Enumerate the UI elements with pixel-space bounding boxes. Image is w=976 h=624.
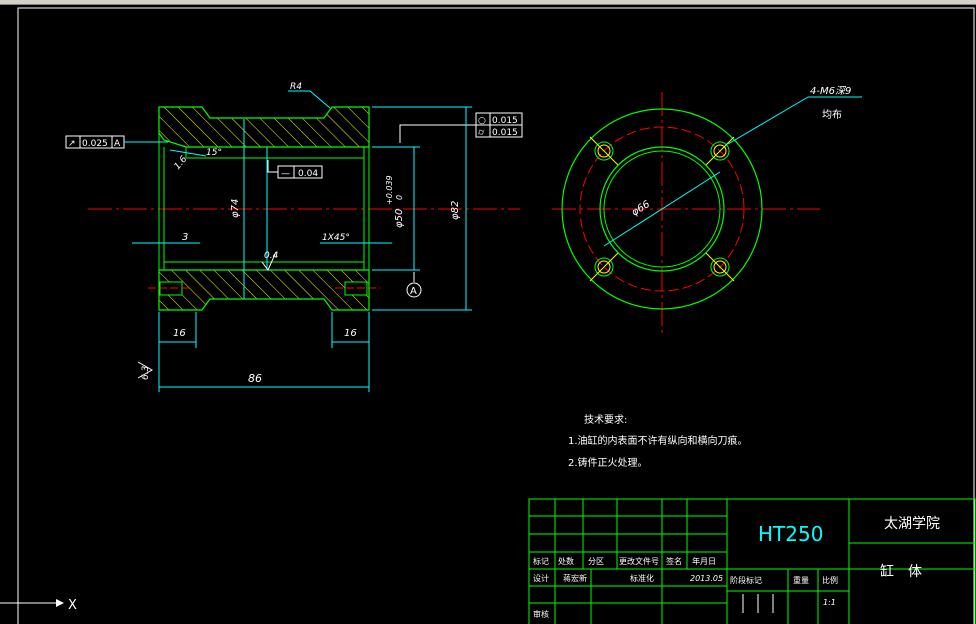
dim-inner-label: φ50 [394, 209, 405, 228]
ucs-icon: X [0, 598, 77, 613]
roughness-overall-label: 6.3 [141, 365, 151, 380]
header-change-doc: 更改文件号 [619, 556, 659, 566]
angle-label: 15° [206, 148, 222, 158]
hole-callout-label: 4-M6深9 [810, 85, 851, 97]
dim-step-label: 3 [182, 232, 188, 243]
weight-label: 重量 [793, 575, 809, 585]
bottom-wall-section [158, 269, 370, 311]
dim-left-groove: 16 [173, 328, 186, 339]
header-mark: 标记 [533, 556, 549, 566]
dim-inner-tol-lower: 0 [395, 195, 404, 200]
scale-label: 比例 [822, 575, 838, 585]
title-block: 标记 处数 分区 更改文件号 签名 年月日 设计 蒋宏新 标准化 2013.05… [528, 498, 976, 624]
roundness-cylindricity-frame: ○ 0.015 ⌭ 0.015 [399, 112, 523, 143]
ucs-x-label: X [68, 598, 77, 613]
header-sign: 签名 [666, 556, 682, 566]
chamfer-label: 1X45° [322, 233, 350, 243]
review-label: 审核 [533, 609, 549, 619]
designer-name: 蒋宏新 [563, 573, 587, 583]
top-wall-section [158, 106, 370, 148]
svg-text:0.025: 0.025 [82, 139, 108, 149]
front-view: R4 ↗ 0.025 A ○ 0.015 ⌭ 0.015 — 0.04 15° … [65, 82, 523, 392]
svg-text:—: — [281, 169, 290, 179]
header-zone: 分区 [588, 557, 604, 566]
header-date: 年月日 [692, 556, 716, 566]
part-name: 缸 体 [880, 563, 922, 580]
drawing-border [17, 7, 975, 624]
dim-right-groove: 16 [344, 328, 357, 339]
svg-text:A: A [114, 139, 121, 149]
hole-distribution-label: 均布 [822, 109, 842, 121]
notes-title: 技术要求: [584, 413, 627, 426]
dim-pcd-label: φ66 [630, 199, 652, 219]
datum-a-label: A [410, 286, 417, 297]
svg-text:⌭: ⌭ [478, 128, 485, 138]
design-label: 设计 [533, 573, 549, 583]
flatness-frame: — 0.04 [267, 160, 323, 179]
svg-text:0.015: 0.015 [492, 128, 518, 138]
notes-item-1: 1.油缸的内表面不许有纵向和横向刀痕。 [568, 434, 748, 447]
roughness-bottom-label: 0.4 [264, 251, 279, 261]
notes-item-2: 2.铸件正火处理。 [568, 456, 648, 469]
technical-notes: 技术要求: 1.油缸的内表面不许有纵向和横向刀痕。 2.铸件正火处理。 [568, 413, 748, 469]
dim-bore-label: φ74 [230, 199, 241, 218]
school-name: 太湖学院 [884, 516, 940, 532]
scale-value: 1:1 [823, 598, 836, 607]
svg-text:0.015: 0.015 [492, 116, 518, 126]
standardize-label: 标准化 [630, 573, 654, 583]
roughness-chamfer-label: 1.6 [173, 154, 190, 172]
drawing-date: 2013.05 [690, 574, 723, 583]
runout-tolerance-frame: ↗ 0.025 A [65, 135, 168, 149]
stage-label: 阶段标记 [730, 575, 762, 585]
dim-inner-tol-upper: +0.039 [385, 175, 394, 205]
dim-outer-label: φ82 [450, 201, 461, 220]
svg-text:○: ○ [478, 116, 486, 126]
material-label: HT250 [758, 522, 823, 546]
header-count: 处数 [558, 556, 574, 566]
dim-length-label: 86 [248, 372, 262, 385]
drawing-canvas[interactable]: R4 ↗ 0.025 A ○ 0.015 ⌭ 0.015 — 0.04 15° … [0, 5, 976, 624]
svg-text:↗: ↗ [68, 139, 76, 149]
svg-text:0.04: 0.04 [298, 169, 318, 179]
side-view: φ66 4-M6深9 均布 [552, 85, 862, 335]
